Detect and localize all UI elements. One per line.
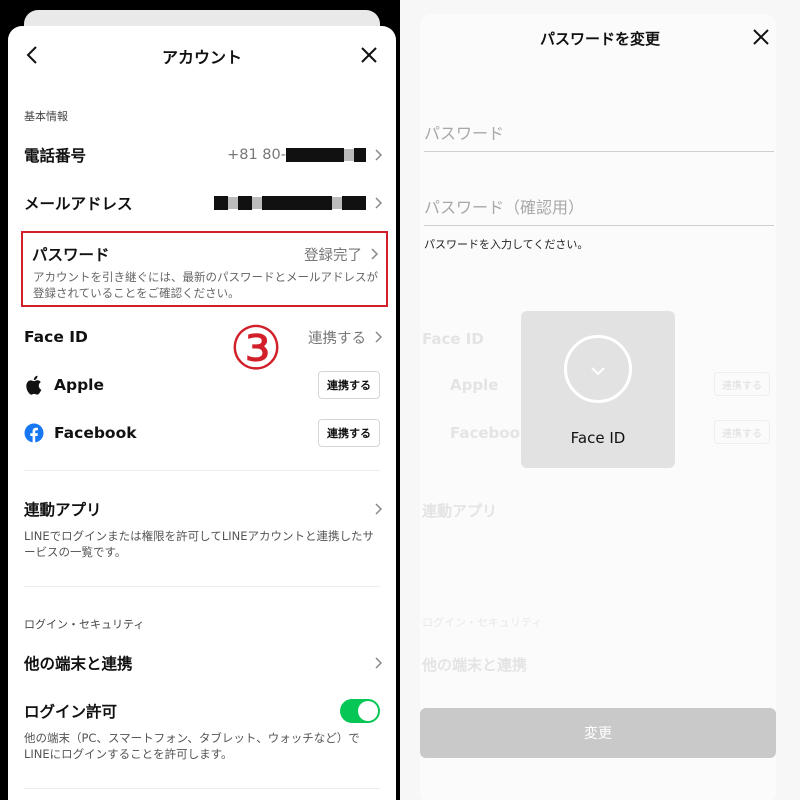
confirm-password-input[interactable] <box>424 190 774 225</box>
password-status: 登録完了 <box>304 247 362 264</box>
confirm-password-field <box>424 190 774 226</box>
phone-label: 電話番号 <box>24 147 87 165</box>
chevron-right-icon <box>375 503 383 515</box>
password-highlight-box[interactable]: パスワード 登録完了 アカウントを引き継ぐには、最新のパスワードとメールアドレス… <box>21 231 388 307</box>
face-id-ring-icon <box>564 335 632 403</box>
phone-value: +81 80- <box>227 147 366 163</box>
chevron-right-icon <box>375 197 383 209</box>
password-label: パスワード <box>32 246 110 264</box>
phone-row[interactable]: 電話番号 +81 80- <box>24 140 384 170</box>
chevron-right-icon <box>375 331 383 343</box>
redaction-bar <box>286 148 344 162</box>
divider <box>24 586 380 587</box>
login-permission-label: ログイン許可 <box>24 703 118 721</box>
redaction-bar <box>262 196 332 210</box>
divider <box>24 470 380 471</box>
close-icon[interactable] <box>750 26 772 48</box>
face-id-overlay: Face ID <box>521 311 675 468</box>
linked-apps-description: LINEでログインまたは権限を許可してLINEアカウントと連携したサービスの一覧… <box>24 529 374 559</box>
section-label-basic-info: 基本情報 <box>24 110 68 123</box>
email-row[interactable]: メールアドレス <box>24 188 384 218</box>
section-label-login-security: ログイン・セキュリティ <box>24 618 145 631</box>
page-title: アカウント <box>161 48 242 67</box>
password-field <box>424 116 774 152</box>
login-permission-description: 他の端末（PC、スマートフォン、タブレット、ウォッチなど）でLINEにログインす… <box>24 731 360 761</box>
change-password-title: パスワードを変更 <box>539 30 660 48</box>
toggle-knob <box>358 701 378 721</box>
face-id-overlay-label: Face ID <box>570 429 626 447</box>
facebook-link-button[interactable]: 連携する <box>318 419 380 447</box>
password-row[interactable]: パスワード 登録完了 <box>32 239 380 269</box>
face-id-value: 連携する <box>308 330 366 347</box>
account-sheet: アカウント 基本情報 電話番号 +81 80- メールアドレス パスワード 登録… <box>8 26 396 800</box>
linked-apps-label: 連動アプリ <box>24 501 102 519</box>
other-devices-label: 他の端末と連携 <box>24 655 133 673</box>
linked-apps-row[interactable]: 連動アプリ <box>24 494 384 524</box>
face-id-row[interactable]: Face ID 連携する <box>24 322 384 352</box>
chevron-right-icon <box>375 149 383 161</box>
password-description: アカウントを引き継ぐには、最新のパスワードとメールアドレスが登録されていることを… <box>33 270 378 300</box>
chevron-right-icon <box>371 248 379 260</box>
account-screen: アカウント 基本情報 電話番号 +81 80- メールアドレス パスワード 登録… <box>0 0 400 800</box>
chevron-right-icon <box>375 657 383 669</box>
change-password-screen: Face ID Apple Facebook 連携する 連携する 連動アプリ ロ… <box>400 0 800 800</box>
change-button[interactable]: 変更 <box>420 708 776 758</box>
email-value <box>214 195 366 211</box>
password-input[interactable] <box>424 116 774 151</box>
header: アカウント <box>8 26 396 86</box>
divider <box>24 788 380 789</box>
apple-link-button[interactable]: 連携する <box>318 371 380 399</box>
login-permission-toggle[interactable] <box>340 699 380 723</box>
password-hint: パスワードを入力してください。 <box>424 238 589 251</box>
email-label: メールアドレス <box>24 195 133 213</box>
facebook-logo-icon <box>24 423 44 443</box>
other-devices-row[interactable]: 他の端末と連携 <box>24 648 384 678</box>
login-permission-row: ログイン許可 <box>24 696 384 726</box>
close-icon[interactable] <box>356 42 382 68</box>
apple-logo-icon <box>24 375 44 395</box>
